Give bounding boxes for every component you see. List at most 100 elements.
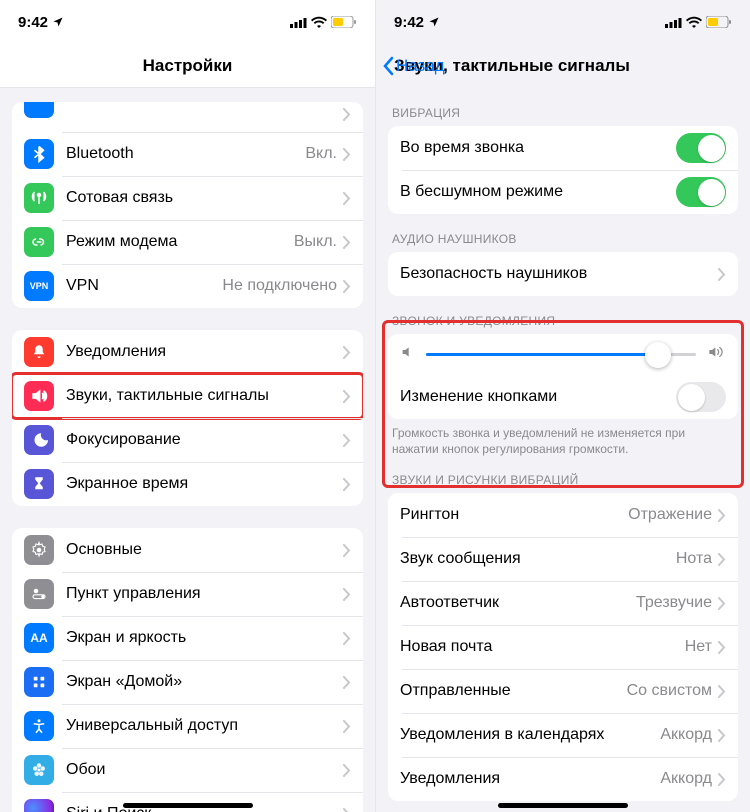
toggle-change-buttons[interactable]: [676, 382, 726, 412]
row-label: Изменение кнопками: [400, 388, 676, 406]
row-label: Bluetooth: [66, 145, 305, 163]
hourglass-icon: [24, 469, 54, 499]
battery-icon: [331, 16, 357, 28]
toggle-vib-ring[interactable]: [676, 133, 726, 163]
row-label: Звуки, тактильные сигналы: [66, 387, 343, 405]
row-label: Экран и яркость: [66, 629, 343, 647]
row-value: Аккорд: [660, 770, 712, 788]
speaker-icon: [24, 381, 54, 411]
row-label: Отправленные: [400, 682, 627, 700]
chevron-right-icon: [343, 434, 351, 447]
wifi-icon: [686, 16, 702, 28]
row-calendar-alerts[interactable]: Уведомления в календарях Аккорд: [388, 713, 738, 757]
row-label: Режим модема: [66, 233, 294, 251]
chevron-right-icon: [343, 720, 351, 733]
back-button[interactable]: Назад: [382, 44, 445, 88]
bell-icon: [24, 337, 54, 367]
status-bar: 9:42: [376, 0, 750, 44]
cellular-icon: [665, 17, 682, 28]
unknown-icon: [24, 102, 54, 118]
row-voicemail[interactable]: Автоответчик Трезвучие: [388, 581, 738, 625]
row-wallpaper[interactable]: Обои: [12, 748, 363, 792]
chevron-right-icon: [718, 773, 726, 786]
row-general[interactable]: Основные: [12, 528, 363, 572]
row-display[interactable]: AA Экран и яркость: [12, 616, 363, 660]
section-headphones: АУДИО НАУШНИКОВ: [376, 214, 750, 252]
battery-icon: [706, 16, 732, 28]
row-label: Фокусирование: [66, 431, 343, 449]
wifi-icon: [311, 16, 327, 28]
row-home-screen[interactable]: Экран «Домой»: [12, 660, 363, 704]
row-bluetooth[interactable]: Bluetooth Вкл.: [12, 132, 363, 176]
row-label: Обои: [66, 761, 343, 779]
gear-icon: [24, 535, 54, 565]
row-label: Звук сообщения: [400, 550, 676, 568]
cellular-icon: [290, 17, 307, 28]
chevron-right-icon: [718, 641, 726, 654]
row-label: Универсальный доступ: [66, 717, 343, 735]
row-value: Нет: [685, 638, 712, 656]
row-vib-ring[interactable]: Во время звонка: [388, 126, 738, 170]
row-value: Аккорд: [660, 726, 712, 744]
row-new-mail[interactable]: Новая почта Нет: [388, 625, 738, 669]
home-indicator[interactable]: [123, 803, 253, 808]
chevron-right-icon: [343, 764, 351, 777]
home-indicator[interactable]: [498, 803, 628, 808]
chevron-right-icon: [718, 268, 726, 281]
row-label: VPN: [66, 277, 222, 295]
accessibility-icon: [24, 711, 54, 741]
row-sent-mail[interactable]: Отправленные Со свистом: [388, 669, 738, 713]
status-time: 9:42: [18, 14, 48, 31]
chevron-right-icon: [343, 588, 351, 601]
vibration-group: Во время звонка В бесшумном режиме: [388, 126, 738, 214]
row-unknown-top[interactable]: [12, 102, 363, 132]
row-label: Автоответчик: [400, 594, 636, 612]
moon-icon: [24, 425, 54, 455]
row-reminder-alerts[interactable]: Уведомления Аккорд: [388, 757, 738, 801]
row-vib-silent[interactable]: В бесшумном режиме: [388, 170, 738, 214]
sounds-content: ВИБРАЦИЯ Во время звонка В бесшумном реж…: [376, 88, 750, 812]
general-group: Основные Пункт управления AA Экран и ярк…: [12, 528, 363, 812]
vpn-icon: VPN: [24, 271, 54, 301]
row-label: Во время звонка: [400, 139, 676, 157]
chevron-right-icon: [718, 729, 726, 742]
row-value: Не подключено: [222, 277, 337, 295]
row-change-buttons[interactable]: Изменение кнопками: [388, 375, 738, 419]
link-icon: [24, 227, 54, 257]
chevron-right-icon: [343, 108, 351, 121]
row-sounds-haptics[interactable]: Звуки, тактильные сигналы: [12, 374, 363, 418]
chevron-right-icon: [343, 236, 351, 249]
row-control-center[interactable]: Пункт управления: [12, 572, 363, 616]
switches-icon: [24, 579, 54, 609]
ringer-group: Изменение кнопками: [388, 334, 738, 419]
chevron-right-icon: [718, 685, 726, 698]
chevron-right-icon: [343, 676, 351, 689]
grid-icon: [24, 667, 54, 697]
volume-slider-row: [388, 334, 738, 375]
toggle-vib-silent[interactable]: [676, 177, 726, 207]
row-label: Новая почта: [400, 638, 685, 656]
row-label: Рингтон: [400, 506, 628, 524]
volume-slider[interactable]: [426, 353, 696, 356]
row-label: Уведомления в календарях: [400, 726, 660, 744]
row-ringtone[interactable]: Рингтон Отражение: [388, 493, 738, 537]
chevron-right-icon: [718, 553, 726, 566]
row-headphone-safety[interactable]: Безопасность наушников: [388, 252, 738, 296]
row-focus[interactable]: Фокусирование: [12, 418, 363, 462]
row-screen-time[interactable]: Экранное время: [12, 462, 363, 506]
row-text-tone[interactable]: Звук сообщения Нота: [388, 537, 738, 581]
row-vpn[interactable]: VPN VPN Не подключено: [12, 264, 363, 308]
row-notifications[interactable]: Уведомления: [12, 330, 363, 374]
row-hotspot[interactable]: Режим модема Выкл.: [12, 220, 363, 264]
speaker-high-icon: [706, 344, 726, 365]
chevron-right-icon: [343, 192, 351, 205]
antenna-icon: [24, 183, 54, 213]
row-accessibility[interactable]: Универсальный доступ: [12, 704, 363, 748]
back-label: Назад: [396, 56, 445, 76]
row-cellular[interactable]: Сотовая связь: [12, 176, 363, 220]
row-siri[interactable]: Siri и Поиск: [12, 792, 363, 812]
row-value: Нота: [676, 550, 712, 568]
chevron-right-icon: [343, 280, 351, 293]
row-value: Отражение: [628, 506, 712, 524]
text-size-icon: AA: [24, 623, 54, 653]
